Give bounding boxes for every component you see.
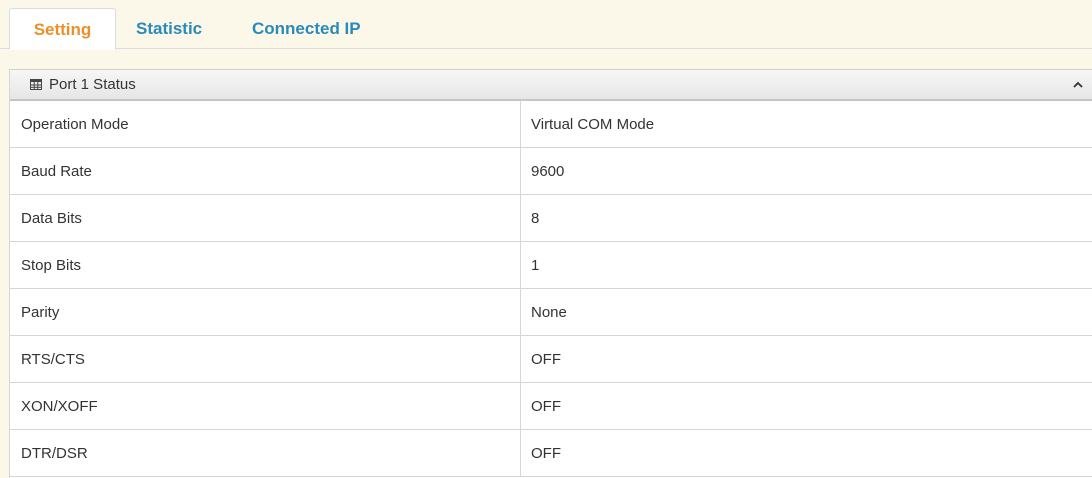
panel-title: Port 1 Status xyxy=(49,76,136,93)
row-label: Parity xyxy=(21,304,60,321)
tab-setting[interactable]: Setting xyxy=(9,8,116,50)
column-divider xyxy=(520,336,521,382)
table-row: Parity None xyxy=(10,289,1092,336)
table-row: Stop Bits 1 xyxy=(10,242,1092,289)
column-divider xyxy=(520,101,521,147)
table-row: RTS/CTS OFF xyxy=(10,336,1092,383)
column-divider xyxy=(520,383,521,429)
port-status-panel: Port 1 Status Operation Mode Virtual COM… xyxy=(9,69,1092,478)
row-value: 9600 xyxy=(531,163,565,180)
table-row: DTR/DSR OFF xyxy=(10,430,1092,477)
table-icon xyxy=(30,79,42,90)
row-label: Baud Rate xyxy=(21,163,92,180)
row-label: Operation Mode xyxy=(21,116,129,133)
row-label: Data Bits xyxy=(21,210,82,227)
row-value: OFF xyxy=(531,398,561,415)
row-value: OFF xyxy=(531,351,561,368)
tab-connected-ip[interactable]: Connected IP xyxy=(234,8,379,49)
row-label: Stop Bits xyxy=(21,257,82,274)
tab-statistic[interactable]: Statistic xyxy=(118,8,220,49)
row-value: OFF xyxy=(531,445,561,462)
row-label: DTR/DSR xyxy=(21,445,88,462)
chevron-up-icon[interactable] xyxy=(1071,79,1085,91)
row-label: XON/XOFF xyxy=(21,398,98,415)
tab-bar: Setting Statistic Connected IP xyxy=(0,0,1092,50)
row-label: RTS/CTS xyxy=(21,351,85,368)
row-value: None xyxy=(531,304,567,321)
row-value: 8 xyxy=(531,210,540,227)
row-value: 1 xyxy=(531,257,540,274)
table-row: XON/XOFF OFF xyxy=(10,383,1092,430)
table-row: Baud Rate 9600 xyxy=(10,148,1092,195)
column-divider xyxy=(520,195,521,241)
table-row: Operation Mode Virtual COM Mode xyxy=(10,101,1092,148)
column-divider xyxy=(520,430,521,476)
column-divider xyxy=(520,289,521,335)
table-row: Data Bits 8 xyxy=(10,195,1092,242)
column-divider xyxy=(520,242,521,288)
status-table: Operation Mode Virtual COM Mode Baud Rat… xyxy=(10,101,1092,477)
panel-header[interactable]: Port 1 Status xyxy=(10,69,1092,101)
row-value: Virtual COM Mode xyxy=(531,116,655,133)
column-divider xyxy=(520,148,521,194)
